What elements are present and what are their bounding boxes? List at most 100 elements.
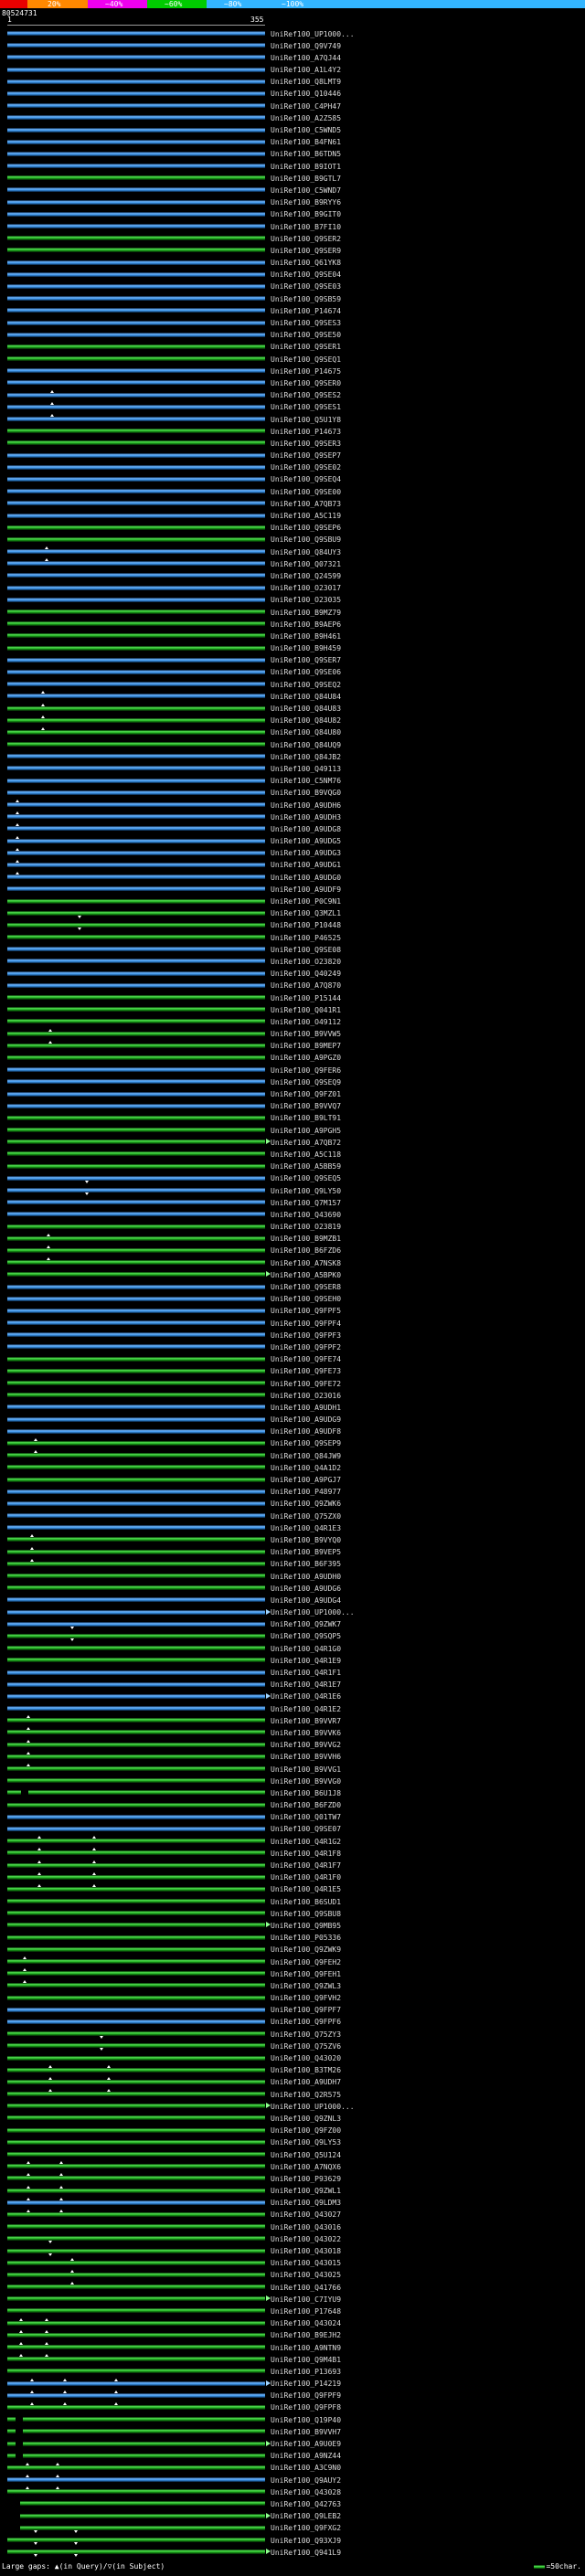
hit-label[interactable]: UniRef100_B9VVG0 <box>271 1777 341 1786</box>
hit-bar[interactable] <box>7 754 265 759</box>
hit-label[interactable]: UniRef100_A1L4Y2 <box>271 66 341 74</box>
hit-bar[interactable] <box>7 1188 265 1193</box>
hit-label[interactable]: UniRef100_Q49113 <box>271 765 341 773</box>
hit-label[interactable]: UniRef100_O23820 <box>271 958 341 966</box>
hit-bar[interactable] <box>7 2272 265 2277</box>
hit-bar[interactable] <box>7 43 265 48</box>
hit-label[interactable]: UniRef100_Q84JW9 <box>271 1452 341 1460</box>
hit-bar[interactable] <box>7 1079 265 1085</box>
hit-bar[interactable] <box>7 2248 265 2253</box>
hit-label[interactable]: UniRef100_Q9ZWK7 <box>271 1620 341 1628</box>
hit-label[interactable]: UniRef100_Q9LY50 <box>271 1187 341 1195</box>
hit-bar[interactable] <box>7 513 265 518</box>
hit-label[interactable]: UniRef100_Q43022 <box>271 2235 341 2243</box>
hit-label[interactable]: UniRef100_Q9SBU8 <box>271 1910 341 1918</box>
hit-bar[interactable] <box>7 1007 265 1012</box>
hit-label[interactable]: UniRef100_Q9SB59 <box>271 295 341 303</box>
hit-bar[interactable] <box>7 910 265 916</box>
hit-label[interactable]: UniRef100_Q4R1E2 <box>271 1705 341 1713</box>
hit-label[interactable]: UniRef100_P14674 <box>271 307 341 315</box>
hit-bar[interactable] <box>7 1971 265 1977</box>
hit-bar[interactable] <box>7 164 265 169</box>
hit-bar[interactable] <box>7 308 265 313</box>
hit-bar[interactable] <box>7 2538 265 2542</box>
hit-label[interactable]: UniRef100_Q9FPF4 <box>271 1320 341 1328</box>
hit-bar[interactable] <box>7 332 265 337</box>
hit-bar[interactable] <box>7 1959 265 1964</box>
hit-label[interactable]: UniRef100_Q9FE74 <box>271 1355 341 1363</box>
hit-bar[interactable] <box>7 1175 265 1181</box>
hit-label[interactable]: UniRef100_A9PGH5 <box>271 1127 341 1135</box>
hit-bar[interactable] <box>7 1405 265 1410</box>
hit-label[interactable]: UniRef100_B9MEP7 <box>271 1042 341 1050</box>
hit-bar[interactable] <box>7 1935 265 1940</box>
hit-bar[interactable] <box>7 610 265 614</box>
hit-bar[interactable] <box>7 501 265 506</box>
hit-bar[interactable] <box>7 1128 265 1133</box>
hit-label[interactable]: UniRef100_Q4R1G0 <box>271 1645 341 1653</box>
hit-bar[interactable] <box>7 1031 265 1036</box>
hit-label[interactable]: UniRef100_B9VVQ7 <box>271 1102 341 1110</box>
hit-label[interactable]: UniRef100_Q4R1F7 <box>271 1861 341 1870</box>
hit-label[interactable]: UniRef100_O49112 <box>271 1018 341 1026</box>
hit-label[interactable]: UniRef100_Q42763 <box>271 2500 341 2508</box>
hit-label[interactable]: UniRef100_A7NSK8 <box>271 1259 341 1267</box>
hit-bar[interactable] <box>7 1247 265 1253</box>
hit-bar[interactable] <box>7 2079 265 2084</box>
hit-label[interactable]: UniRef100_Q9SEP7 <box>271 451 341 460</box>
hit-label[interactable]: UniRef100_Q4R1E9 <box>271 1657 341 1665</box>
hit-bar[interactable] <box>7 694 265 699</box>
hit-label[interactable]: UniRef100_A7QB73 <box>271 500 341 508</box>
hit-label[interactable]: UniRef100_Q43028 <box>271 2488 341 2496</box>
hit-label[interactable]: UniRef100_O23016 <box>271 1392 341 1400</box>
hit-bar[interactable] <box>7 452 265 458</box>
hit-label[interactable]: UniRef100_Q9SER3 <box>271 440 341 448</box>
hit-label[interactable]: UniRef100_Q4R1E3 <box>271 1524 341 1532</box>
hit-label[interactable]: UniRef100_A9UDG5 <box>271 837 341 845</box>
hit-label[interactable]: UniRef100_Q7M157 <box>271 1199 341 1207</box>
hit-bar[interactable] <box>7 729 265 735</box>
hit-bar[interactable] <box>7 1778 265 1784</box>
hit-bar[interactable] <box>7 1513 265 1519</box>
hit-label[interactable]: UniRef100_O23035 <box>271 596 341 604</box>
hit-bar[interactable] <box>7 260 265 265</box>
hit-label[interactable]: UniRef100_Q9SE07 <box>271 1825 341 1833</box>
hit-label[interactable]: UniRef100_A2Z585 <box>271 114 341 122</box>
hit-label[interactable]: UniRef100_Q5U1Y8 <box>271 416 341 424</box>
hit-label[interactable]: UniRef100_O23017 <box>271 584 341 592</box>
hit-bar[interactable] <box>7 356 265 362</box>
hit-label[interactable]: UniRef100_B9H459 <box>271 644 341 652</box>
hit-label[interactable]: UniRef100_B9AEP6 <box>271 620 341 629</box>
hit-bar[interactable] <box>22 2417 265 2422</box>
hit-bar[interactable] <box>7 1055 265 1060</box>
hit-bar[interactable] <box>7 31 265 36</box>
hit-label[interactable]: UniRef100_A3C9N0 <box>271 2464 341 2472</box>
hit-bar[interactable] <box>7 2489 265 2495</box>
hit-bar[interactable] <box>7 476 265 482</box>
hit-label[interactable]: UniRef100_Q9SE06 <box>271 668 341 676</box>
hit-bar[interactable] <box>7 236 265 241</box>
hit-label[interactable]: UniRef100_C5WND5 <box>271 126 341 134</box>
hit-label[interactable]: UniRef100_Q61YK8 <box>271 259 341 267</box>
hit-bar[interactable] <box>7 380 265 386</box>
hit-label[interactable]: UniRef100_B6FZD0 <box>271 1801 341 1809</box>
hit-label[interactable]: UniRef100_C7IYU9 <box>271 2295 341 2304</box>
hit-label[interactable]: UniRef100_Q9SE50 <box>271 331 341 339</box>
hit-label[interactable]: UniRef100_Q9FPF2 <box>271 1343 341 1352</box>
hit-bar[interactable] <box>7 1597 265 1603</box>
hit-bar[interactable] <box>7 1272 265 1277</box>
hit-label[interactable]: UniRef100_Q9ZWK9 <box>271 1945 341 1954</box>
hit-label[interactable]: UniRef100_P0C9N1 <box>271 897 341 906</box>
hit-label[interactable]: UniRef100_Q4R1E7 <box>271 1680 341 1689</box>
hit-label[interactable]: UniRef100_Q9M4B1 <box>271 2356 341 2364</box>
hit-bar[interactable] <box>7 2055 265 2061</box>
hit-bar[interactable] <box>7 2260 265 2265</box>
hit-bar[interactable] <box>7 1224 265 1229</box>
hit-bar[interactable] <box>7 1416 265 1422</box>
hit-bar[interactable] <box>7 187 265 193</box>
hit-label[interactable]: UniRef100_B9MZB1 <box>271 1235 341 1243</box>
hit-label[interactable]: UniRef100_B6TDN5 <box>271 150 341 158</box>
hit-bar[interactable] <box>7 320 265 325</box>
hit-label[interactable]: UniRef100_B9VVG2 <box>271 1741 341 1749</box>
hit-label[interactable]: UniRef100_B9LT91 <box>271 1114 341 1122</box>
